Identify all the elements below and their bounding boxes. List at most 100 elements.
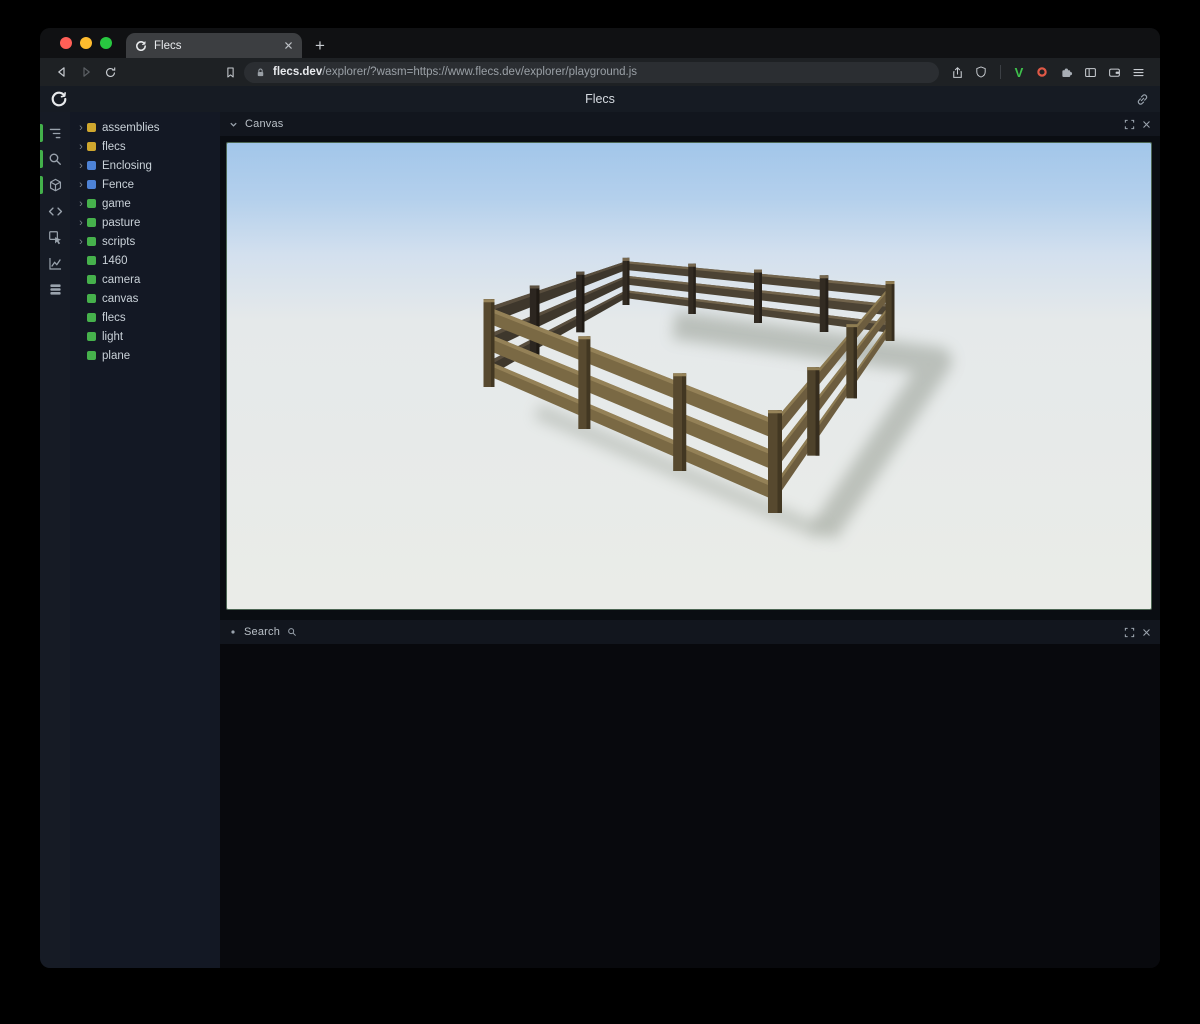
sidebar-icon-code[interactable] bbox=[40, 198, 70, 224]
permalink-icon[interactable] bbox=[1135, 92, 1150, 107]
app-title: Flecs bbox=[585, 92, 615, 106]
search-panel-title: Search bbox=[244, 626, 280, 638]
extensions-puzzle-icon[interactable] bbox=[1054, 61, 1078, 83]
tree-item-label: camera bbox=[102, 274, 140, 286]
flecs-logo bbox=[50, 90, 68, 108]
expand-icon[interactable] bbox=[1124, 627, 1135, 638]
canvas-panel-header[interactable]: Canvas bbox=[220, 112, 1160, 136]
sidebar-icon-chart[interactable] bbox=[40, 250, 70, 276]
tree-item-label: flecs bbox=[102, 141, 126, 153]
entity-square-icon bbox=[87, 199, 96, 208]
entity-square-icon bbox=[87, 332, 96, 341]
entity-square-icon bbox=[87, 237, 96, 246]
expand-chevron-icon[interactable]: › bbox=[76, 161, 86, 171]
bookmark-icon[interactable] bbox=[218, 61, 242, 83]
canvas-panel-body bbox=[220, 136, 1160, 620]
canvas-panel-title: Canvas bbox=[245, 118, 284, 130]
expand-chevron-icon[interactable]: › bbox=[76, 199, 86, 209]
forward-button[interactable] bbox=[74, 61, 98, 83]
tree-item-label: flecs bbox=[102, 312, 126, 324]
search-panel-header[interactable]: Search bbox=[220, 620, 1160, 644]
tree-item-label: light bbox=[102, 331, 123, 343]
entity-square-icon bbox=[87, 256, 96, 265]
url-text: flecs.dev/explorer/?wasm=https://www.fle… bbox=[273, 66, 637, 78]
search-icon bbox=[287, 627, 297, 637]
wallet-icon[interactable] bbox=[1102, 61, 1126, 83]
browser-window: Flecs + flecs.dev/explorer/?wasm=https:/… bbox=[40, 28, 1160, 968]
tree-item-flecs[interactable]: › flecs bbox=[76, 137, 220, 156]
tree-item-label: scripts bbox=[102, 236, 135, 248]
extension-v-icon[interactable]: V bbox=[1008, 65, 1030, 80]
tree-item-camera[interactable]: camera bbox=[76, 270, 220, 289]
extension-red-icon[interactable] bbox=[1030, 61, 1054, 83]
address-bar[interactable]: flecs.dev/explorer/?wasm=https://www.fle… bbox=[244, 62, 939, 83]
tree-item-pasture[interactable]: ›pasture bbox=[76, 213, 220, 232]
lock-icon bbox=[255, 67, 266, 78]
sidebar-icon-inspect[interactable] bbox=[40, 224, 70, 250]
close-icon[interactable] bbox=[1142, 628, 1151, 637]
search-panel-content bbox=[220, 644, 1160, 968]
tree-item-Fence[interactable]: ›Fence bbox=[76, 175, 220, 194]
sidebar-icon-rows[interactable] bbox=[40, 276, 70, 302]
tab-close-icon[interactable] bbox=[284, 41, 293, 50]
tree-item-assemblies[interactable]: › assemblies bbox=[76, 118, 220, 137]
canvas-viewport[interactable] bbox=[226, 142, 1152, 610]
app-body: ›assemblies›flecs›Enclosing›Fence›game›p… bbox=[40, 112, 1160, 968]
tree-item-label: game bbox=[102, 198, 131, 210]
entity-square-icon bbox=[87, 351, 96, 360]
sidebar-icon-hierarchy[interactable] bbox=[40, 120, 70, 146]
sidebar-icon-search[interactable] bbox=[40, 146, 70, 172]
tree-item-scripts[interactable]: › scripts bbox=[76, 232, 220, 251]
expand-chevron-icon[interactable]: › bbox=[76, 180, 86, 190]
sidebar-icon-cube[interactable] bbox=[40, 172, 70, 198]
entity-tree: ›assemblies›flecs›Enclosing›Fence›game›p… bbox=[70, 112, 220, 968]
chevron-down-icon[interactable] bbox=[229, 120, 238, 129]
3d-scene-fence-enclosure[interactable] bbox=[227, 143, 1151, 609]
reload-button[interactable] bbox=[98, 61, 122, 83]
traffic-lights bbox=[48, 28, 122, 58]
tree-item-label: Enclosing bbox=[102, 160, 152, 172]
brave-shield-icon[interactable] bbox=[969, 61, 993, 83]
back-button[interactable] bbox=[50, 61, 74, 83]
tree-item-flecs[interactable]: flecs bbox=[76, 308, 220, 327]
tab-strip: Flecs + bbox=[40, 28, 1160, 58]
entity-square-icon bbox=[87, 275, 96, 284]
tree-item-label: assemblies bbox=[102, 122, 160, 134]
tree-item-game[interactable]: › game bbox=[76, 194, 220, 213]
prefab-square-icon bbox=[87, 161, 96, 170]
window-close-button[interactable] bbox=[60, 37, 72, 49]
browser-toolbar: flecs.dev/explorer/?wasm=https://www.fle… bbox=[40, 58, 1160, 86]
tree-item-canvas[interactable]: canvas bbox=[76, 289, 220, 308]
window-zoom-button[interactable] bbox=[100, 37, 112, 49]
close-icon[interactable] bbox=[1142, 120, 1151, 129]
expand-chevron-icon[interactable]: › bbox=[76, 237, 86, 247]
new-tab-button[interactable]: + bbox=[315, 29, 325, 54]
window-minimize-button[interactable] bbox=[80, 37, 92, 49]
module-square-icon bbox=[87, 142, 96, 151]
tree-item-label: plane bbox=[102, 350, 130, 362]
expand-chevron-icon[interactable]: › bbox=[76, 218, 86, 228]
expand-icon[interactable] bbox=[1124, 119, 1135, 130]
tree-item-plane[interactable]: plane bbox=[76, 346, 220, 365]
url-host: flecs.dev bbox=[273, 66, 322, 78]
tab-favicon-flecs-logo bbox=[135, 40, 147, 52]
browser-tab[interactable]: Flecs bbox=[126, 33, 302, 58]
sidebar-toggle-icon[interactable] bbox=[1078, 61, 1102, 83]
tree-item-label: canvas bbox=[102, 293, 138, 305]
entity-square-icon bbox=[87, 218, 96, 227]
module-square-icon bbox=[87, 123, 96, 132]
tree-item-label: 1460 bbox=[102, 255, 128, 267]
tree-item-Enclosing[interactable]: › Enclosing bbox=[76, 156, 220, 175]
entity-square-icon bbox=[87, 294, 96, 303]
tree-item-1460[interactable]: 1460 bbox=[76, 251, 220, 270]
prefab-square-icon bbox=[87, 180, 96, 189]
share-icon[interactable] bbox=[945, 61, 969, 83]
panel-marker-icon[interactable] bbox=[229, 628, 237, 636]
expand-chevron-icon[interactable]: › bbox=[76, 123, 86, 133]
tree-item-light[interactable]: light bbox=[76, 327, 220, 346]
menu-hamburger-icon[interactable] bbox=[1126, 61, 1150, 83]
icon-strip bbox=[40, 112, 70, 968]
tab-title: Flecs bbox=[154, 40, 277, 52]
toolbar-separator bbox=[1000, 65, 1001, 79]
expand-chevron-icon[interactable]: › bbox=[76, 142, 86, 152]
